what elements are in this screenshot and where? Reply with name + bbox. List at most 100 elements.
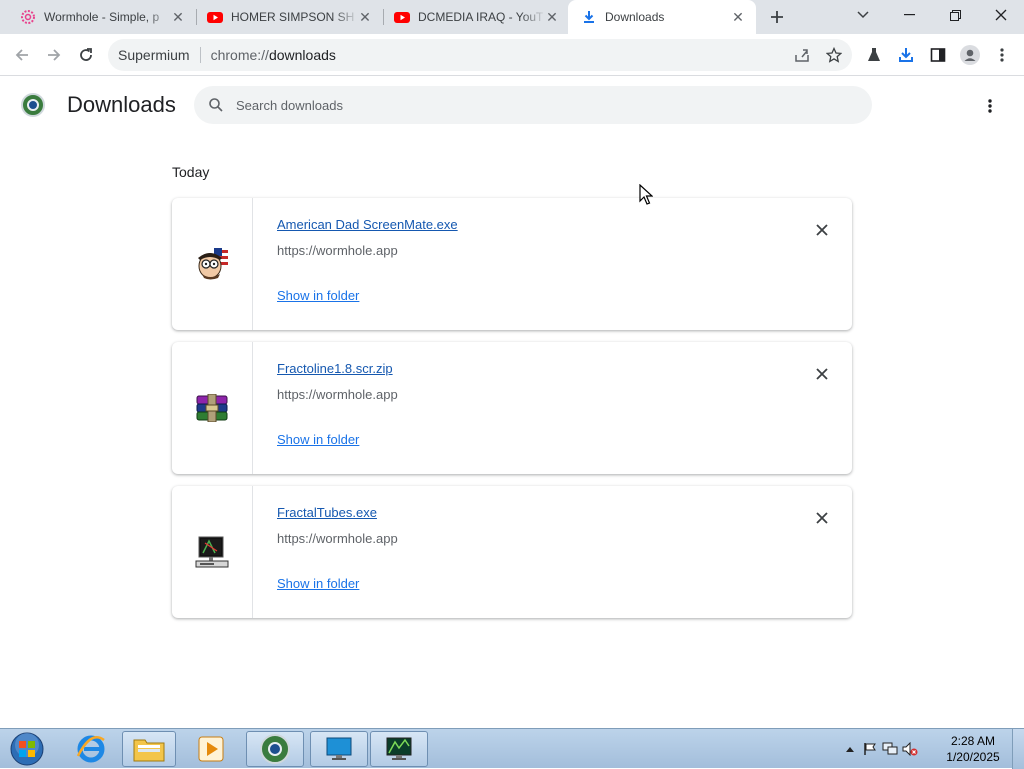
download-filename-link[interactable]: FractalTubes.exe: [277, 505, 377, 520]
taskbar-internet-explorer[interactable]: [66, 731, 116, 767]
tab-search-button[interactable]: [840, 0, 886, 30]
search-icon: [209, 98, 223, 112]
arrow-left-icon: [15, 49, 28, 61]
minimize-icon: [903, 14, 915, 16]
share-button[interactable]: [788, 41, 816, 69]
plus-icon: [771, 11, 783, 23]
supermium-logo-icon: [21, 93, 45, 117]
close-window-button[interactable]: [978, 0, 1024, 30]
download-icon: [899, 48, 913, 62]
windows-start-orb-icon: [10, 732, 44, 766]
file-icon-column: [172, 342, 253, 474]
start-button[interactable]: [4, 731, 50, 767]
close-icon: [816, 368, 828, 380]
taskbar-file-explorer[interactable]: [122, 731, 176, 767]
system-tray: [840, 729, 920, 769]
taskbar-supermium-browser[interactable]: [246, 731, 304, 767]
browser-menu-button[interactable]: [988, 41, 1016, 69]
close-tab-icon[interactable]: ✕: [544, 9, 560, 25]
search-downloads-box[interactable]: [194, 86, 872, 124]
download-filename-link[interactable]: American Dad ScreenMate.exe: [277, 217, 458, 232]
clock-time: 2:28 AM: [950, 734, 996, 748]
show-in-folder-link[interactable]: Show in folder: [277, 576, 359, 591]
tab-homer-simpson[interactable]: HOMER SIMPSON SH ✕: [207, 0, 383, 34]
omnibox-separator: [199, 47, 201, 63]
restore-icon: [949, 9, 961, 21]
side-panel-button[interactable]: [924, 41, 952, 69]
share-icon: [795, 49, 809, 62]
forward-button[interactable]: [40, 41, 68, 69]
page-title: Downloads: [67, 92, 176, 117]
close-icon: [816, 512, 828, 524]
network-button[interactable]: [880, 742, 900, 756]
youtube-icon: [394, 12, 410, 23]
youtube-icon: [207, 12, 223, 23]
reload-button[interactable]: [72, 41, 100, 69]
extensions-button[interactable]: [860, 41, 888, 69]
show-in-folder-link[interactable]: Show in folder: [277, 288, 359, 303]
tab-dcmedia[interactable]: DCMEDIA IRAQ - YouT ✕: [394, 0, 570, 34]
download-item: Fractoline1.8.scr.zip https://wormhole.a…: [172, 342, 852, 474]
address-bar[interactable]: Supermium chrome://downloads: [108, 39, 852, 71]
media-player-icon: [198, 736, 224, 762]
downloads-button[interactable]: [892, 41, 920, 69]
show-in-folder-link[interactable]: Show in folder: [277, 432, 359, 447]
taskbar-media-player[interactable]: [184, 731, 238, 767]
download-source-url: https://wormhole.app: [277, 243, 398, 258]
taskbar-screensaver-app[interactable]: [310, 731, 368, 767]
arrow-right-icon: [48, 49, 61, 61]
close-icon: [995, 9, 1007, 21]
american-dad-icon: [196, 248, 228, 280]
minimize-button[interactable]: [886, 0, 932, 30]
remove-download-button[interactable]: [812, 364, 832, 384]
tab-wormhole[interactable]: Wormhole - Simple, p ✕: [20, 0, 196, 34]
download-item: FractalTubes.exe https://wormhole.app Sh…: [172, 486, 852, 618]
side-panel-icon: [930, 48, 946, 62]
network-icon: [882, 742, 898, 755]
avatar-icon: [960, 45, 980, 65]
download-filename-link[interactable]: Fractoline1.8.scr.zip: [277, 361, 393, 376]
downloads-menu-button[interactable]: [978, 94, 1002, 118]
download-icon: [584, 11, 594, 23]
download-source-url: https://wormhole.app: [277, 387, 398, 402]
show-desktop-button[interactable]: [1012, 729, 1024, 769]
taskbar-fractal-app[interactable]: [370, 731, 428, 767]
bookmark-button[interactable]: [820, 41, 848, 69]
download-item: American Dad ScreenMate.exe https://worm…: [172, 198, 852, 330]
tab-title: DCMEDIA IRAQ - YouT: [418, 10, 544, 24]
search-input[interactable]: [236, 97, 836, 113]
wormhole-icon: [21, 10, 35, 24]
windows-taskbar: 2:28 AM 1/20/2025: [0, 728, 1024, 769]
tab-downloads[interactable]: Downloads ✕: [568, 0, 756, 34]
file-icon-column: [172, 486, 253, 618]
volume-button[interactable]: [900, 742, 920, 756]
taskbar-clock[interactable]: 2:28 AM 1/20/2025: [935, 733, 1011, 765]
tab-title: HOMER SIMPSON SH: [231, 10, 355, 24]
new-tab-button[interactable]: [763, 3, 791, 31]
close-tab-icon[interactable]: ✕: [357, 9, 373, 25]
back-button[interactable]: [8, 41, 36, 69]
close-tab-icon[interactable]: ✕: [170, 9, 186, 25]
monitor-icon: [326, 737, 352, 760]
browser-toolbar: Supermium chrome://downloads: [0, 34, 1024, 76]
action-center-flag-button[interactable]: [860, 742, 880, 756]
profile-button[interactable]: [956, 41, 984, 69]
browser-chip: Supermium: [118, 47, 190, 63]
close-tab-icon[interactable]: ✕: [730, 9, 746, 25]
folder-icon: [133, 739, 165, 762]
flag-icon: [864, 743, 876, 755]
flask-icon: [868, 48, 880, 61]
tab-title: Wormhole - Simple, p: [44, 10, 160, 24]
remove-download-button[interactable]: [812, 220, 832, 240]
vertical-dots-icon: [1000, 48, 1004, 62]
vertical-dots-icon: [988, 99, 992, 113]
supermium-logo-icon: [260, 734, 290, 764]
remove-download-button[interactable]: [812, 508, 832, 528]
close-icon: [816, 224, 828, 236]
show-hidden-icons-button[interactable]: [840, 746, 860, 752]
restore-button[interactable]: [932, 0, 978, 30]
star-icon: [826, 47, 842, 63]
tab-title: Downloads: [605, 10, 665, 24]
url-host: downloads: [268, 47, 336, 63]
winrar-archive-icon: [196, 394, 228, 422]
